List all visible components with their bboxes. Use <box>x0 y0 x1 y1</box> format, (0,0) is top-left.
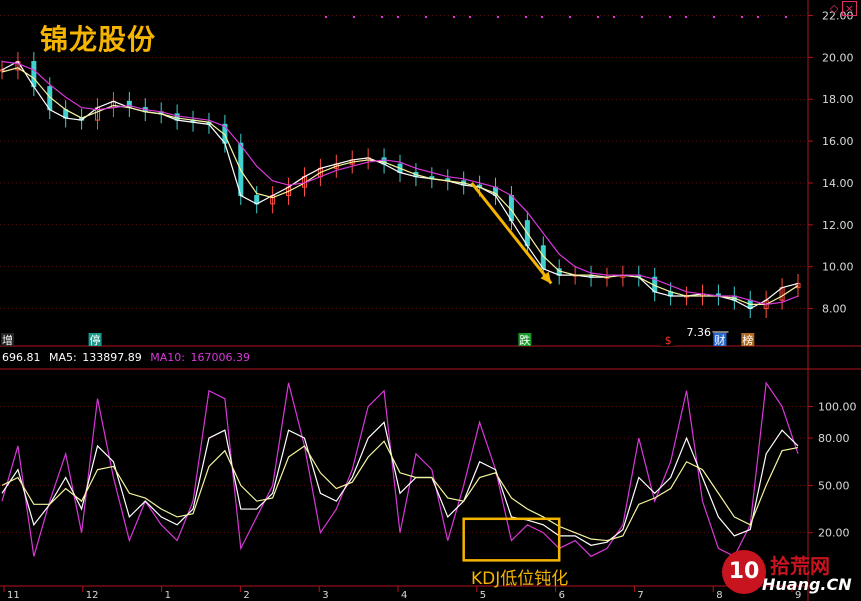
top-marker-dot <box>497 16 499 18</box>
event-marker-text: $ <box>665 334 672 347</box>
top-marker-dot <box>381 16 383 18</box>
top-marker-dot <box>713 16 715 18</box>
vol-value: 696.81 <box>2 351 41 364</box>
kdj-J-line <box>1 381 799 558</box>
x-tick-label: 4 <box>401 590 407 601</box>
top-marker-dot <box>641 16 643 18</box>
volume-readout: 696.81 MA5: 133897.89 MA10: 167006.39 <box>2 351 255 364</box>
price-tick-label: 18.00 <box>822 93 854 106</box>
top-marker-dot <box>469 16 471 18</box>
kdj-tick-label: 20.00 <box>818 527 850 540</box>
candle-body <box>31 61 37 88</box>
x-tick-label: 3 <box>322 590 328 601</box>
event-marker-停: 停 <box>88 333 102 347</box>
kdj-K-line <box>1 421 799 546</box>
x-tick-label: 1 <box>165 590 171 601</box>
ma10-label: MA10: <box>150 351 185 364</box>
top-marker-dot <box>353 16 355 18</box>
event-marker-text: 跌 <box>519 333 530 347</box>
kdj-annotation: KDJ低位钝化 <box>471 569 569 589</box>
diamond-icon[interactable]: ◇ <box>830 2 838 15</box>
price-tick-label: 12.00 <box>822 219 854 232</box>
top-marker-dot <box>757 16 759 18</box>
stock-chart: 22.0020.0018.0016.0014.0012.0010.008.007… <box>0 0 861 601</box>
kdj-tick-label: 50.00 <box>818 479 850 492</box>
top-marker-dot <box>669 16 671 18</box>
top-marker-dot <box>325 16 327 18</box>
top-marker-dot <box>597 16 599 18</box>
event-marker-跌: 跌 <box>518 333 532 347</box>
ma5-value: 133897.89 <box>82 351 142 364</box>
event-marker-增: 增 <box>1 333 14 347</box>
kdj-tick-label: 100.00 <box>818 401 857 414</box>
event-marker-财: 财 <box>713 333 727 347</box>
date-note-label: 7.36 <box>687 326 712 339</box>
event-marker-text: 停 <box>90 333 101 347</box>
ma5-label: MA5: <box>49 351 77 364</box>
price-tick-label: 8.00 <box>822 303 847 316</box>
event-marker-$: $ <box>661 333 675 347</box>
x-tick-label: 6 <box>559 590 565 601</box>
close-icon[interactable]: × <box>841 1 857 16</box>
top-marker-dot <box>525 16 527 18</box>
x-tick-label: 11 <box>7 590 20 601</box>
top-marker-dot <box>425 16 427 18</box>
logo-en-text: Huang.CN <box>762 575 852 594</box>
candle-body <box>0 69 5 72</box>
price-ma5-line <box>1 67 799 306</box>
stock-name-title: 锦龙股份 <box>40 23 157 56</box>
kdj-tick-label: 80.00 <box>818 432 850 445</box>
event-marker-榜: 榜 <box>741 333 755 347</box>
watermark-logo: 10 拾荒网 Huang.CN <box>722 548 857 598</box>
top-marker-dot <box>685 16 687 18</box>
event-marker-text: 增 <box>2 333 13 347</box>
x-tick-label: 5 <box>480 590 486 601</box>
price-tick-label: 14.00 <box>822 177 854 190</box>
x-tick-label: 7 <box>637 590 643 601</box>
ma10-value: 167006.39 <box>190 351 250 364</box>
event-marker-text: 财 <box>714 333 725 347</box>
price-close-line <box>1 60 799 310</box>
event-marker-text: 榜 <box>742 333 753 347</box>
top-marker-dot <box>453 16 455 18</box>
top-marker-dot <box>613 16 615 18</box>
price-tick-label: 20.00 <box>822 51 854 64</box>
price-tick-label: 16.00 <box>822 135 854 148</box>
price-tick-label: 10.00 <box>822 261 854 274</box>
x-tick-label: 2 <box>243 590 249 601</box>
top-marker-dot <box>785 16 787 18</box>
logo-badge: 10 <box>722 550 766 594</box>
x-tick-label: 12 <box>86 590 99 601</box>
top-marker-dot <box>741 16 743 18</box>
window-controls[interactable]: ◇ × <box>830 1 857 16</box>
top-marker-dot <box>397 16 399 18</box>
top-marker-dot <box>541 16 543 18</box>
top-marker-dot <box>569 16 571 18</box>
